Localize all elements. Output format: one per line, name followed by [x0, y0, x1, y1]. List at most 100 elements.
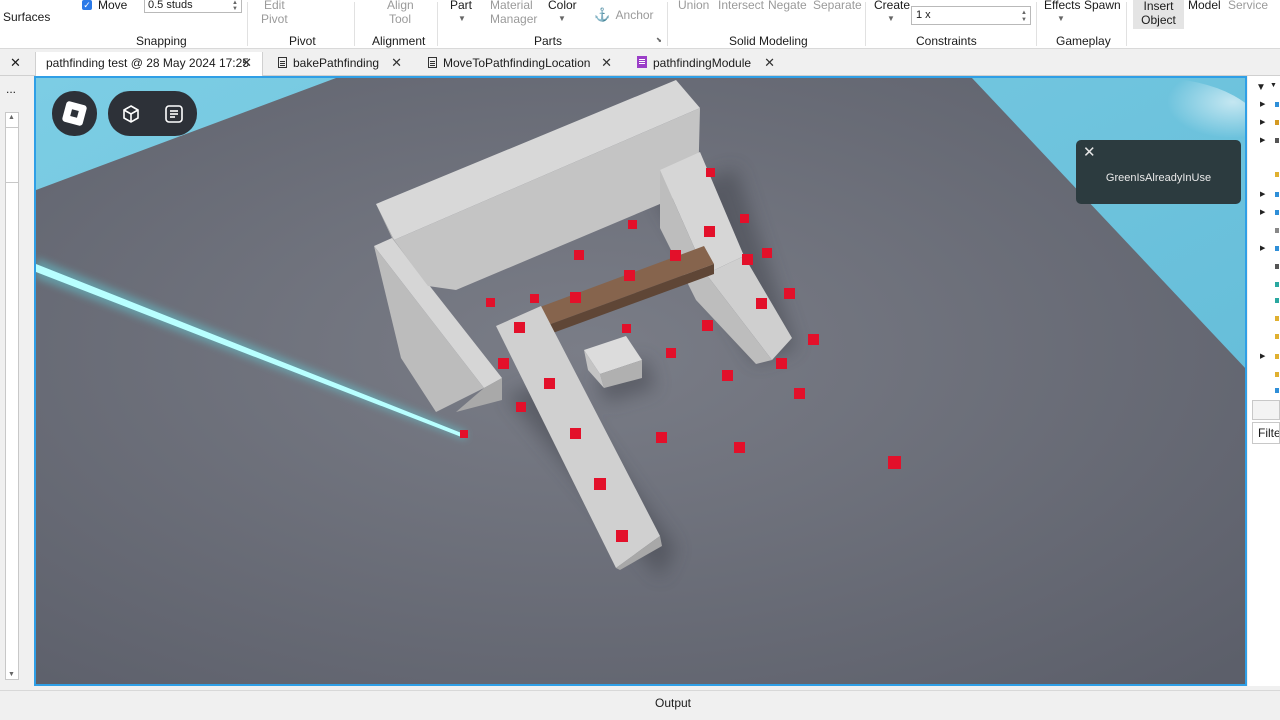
roblox-menu-button[interactable] [52, 91, 97, 136]
close-icon[interactable]: ✕ [391, 52, 402, 74]
material-manager-button[interactable]: Material [490, 0, 533, 12]
constraint-scale-input[interactable]: 1 x ▲ ▼ [911, 6, 1031, 25]
chevron-down-icon[interactable]: ▼ [558, 14, 566, 23]
document-tab-bar: ✕ pathfinding test @ 28 May 2024 17:25 ✕… [0, 50, 1280, 76]
close-icon[interactable]: ✕ [764, 52, 775, 74]
scroll-down-icon[interactable]: ▼ [8, 671, 15, 678]
tree-node-icon [1275, 354, 1279, 359]
scrollbar-thumb[interactable] [5, 127, 19, 183]
chevron-down-icon[interactable]: ▼ [1270, 82, 1277, 89]
tree-node-icon [1275, 388, 1279, 393]
ribbon-divider [1126, 2, 1127, 46]
tree-expand-icon[interactable]: ▶ [1260, 190, 1265, 198]
separate-button[interactable]: Separate [813, 0, 862, 12]
close-icon[interactable]: ✕ [601, 52, 612, 74]
output-panel-bar[interactable]: Output [0, 690, 1280, 720]
insert-object-button[interactable]: Insert Object [1133, 0, 1184, 29]
group-label-gameplay: Gameplay [1056, 34, 1111, 48]
ribbon-divider [865, 2, 866, 46]
vertical-scrollbar[interactable]: ▲ ▼ [5, 112, 19, 680]
ribbon-divider [247, 2, 248, 46]
tab-bake-pathfinding[interactable]: bakePathfinding ✕ [268, 52, 412, 76]
intersect-button[interactable]: Intersect [718, 0, 764, 12]
effects-button[interactable]: Effects [1044, 0, 1080, 12]
chat-log-icon[interactable] [163, 103, 185, 125]
insert-object-line1: Insert [1143, 0, 1174, 13]
viewport-tools-group [108, 91, 197, 136]
spawn-button[interactable]: Spawn [1084, 0, 1121, 12]
ribbon-divider [354, 2, 355, 46]
close-icon[interactable]: ✕ [1083, 143, 1096, 161]
group-label-solid-modeling: Solid Modeling [729, 34, 808, 48]
explorer-panel-collapsed: ▼ ▼ ▶ ▶ ▶ ▶ ▶ ▶ ▶ Filte [1248, 76, 1280, 686]
chevron-down-icon[interactable]: ▼ [458, 14, 466, 23]
chevron-down-icon[interactable]: ▼ [1057, 14, 1065, 23]
ribbon-divider [1036, 2, 1037, 46]
spin-up-icon[interactable]: ▲ [1021, 10, 1027, 16]
insert-object-line2: Object [1141, 13, 1176, 27]
tree-expand-icon[interactable]: ▶ [1260, 136, 1265, 144]
anchor-button[interactable]: ⚓ Anchor [594, 8, 654, 23]
ribbon-divider [667, 2, 668, 46]
snap-increment-input[interactable]: 0.5 studs ▲ ▼ [144, 0, 242, 13]
edit-pivot-line1: Edit [264, 0, 285, 12]
negate-button[interactable]: Negate [768, 0, 807, 12]
ribbon-toolbar: Surfaces ✓ Move 0.5 studs ▲ ▼ Snapping E… [0, 0, 1280, 49]
tree-expand-icon[interactable]: ▶ [1260, 352, 1265, 360]
tree-node-icon [1275, 120, 1279, 125]
ribbon-divider [437, 2, 438, 46]
properties-filter-input[interactable]: Filte [1252, 422, 1280, 444]
chevron-down-icon[interactable]: ▼ [887, 14, 895, 23]
group-label-pivot: Pivot [289, 34, 316, 48]
close-icon[interactable]: ✕ [241, 52, 252, 74]
edit-pivot-button[interactable]: Edit [264, 0, 285, 12]
tree-expand-icon[interactable]: ▶ [1260, 118, 1265, 126]
tab-pathfinding-test[interactable]: pathfinding test @ 28 May 2024 17:25 ✕ [35, 52, 263, 76]
tree-node-icon [1275, 138, 1279, 143]
tree-node-icon [1275, 172, 1279, 177]
constraint-scale-value: 1 x [916, 9, 931, 21]
tree-expand-icon[interactable]: ▶ [1260, 208, 1265, 216]
surfaces-button[interactable]: Surfaces [3, 10, 50, 24]
tree-node-icon [1275, 282, 1279, 287]
script-icon [428, 57, 437, 68]
service-button[interactable]: Service [1228, 0, 1268, 12]
group-label-alignment: Alignment [372, 34, 426, 48]
model-button[interactable]: Model [1188, 0, 1221, 12]
selection-cube-icon[interactable] [120, 103, 142, 125]
3d-viewport[interactable]: ✕ GreenIsAlreadyInUse [34, 76, 1247, 686]
tree-node-icon [1275, 316, 1279, 321]
tab-label: pathfindingModule [653, 56, 752, 70]
edit-pivot-line2: Pivot [261, 12, 288, 26]
color-button[interactable]: Color [548, 0, 577, 12]
tree-node-icon [1275, 246, 1279, 251]
tree-node-icon [1275, 264, 1279, 269]
scroll-up-icon[interactable]: ▲ [8, 114, 15, 121]
tree-node-icon [1275, 372, 1279, 377]
spin-down-icon[interactable]: ▼ [232, 6, 238, 12]
create-constraint-button[interactable]: Create [874, 0, 910, 12]
align-tool-button[interactable]: Align [387, 0, 414, 12]
notification-toast: ✕ GreenIsAlreadyInUse [1076, 140, 1241, 204]
tab-pathfinding-module[interactable]: pathfindingModule ✕ [627, 52, 785, 76]
tab-label: bakePathfinding [293, 56, 380, 70]
tree-node-icon [1275, 228, 1279, 233]
spin-down-icon[interactable]: ▼ [1021, 17, 1027, 23]
tab-move-to-pathfinding-location[interactable]: MoveToPathfindingLocation ✕ [418, 52, 622, 76]
tree-expand-icon[interactable]: ▶ [1260, 100, 1265, 108]
tree-node-icon [1275, 102, 1279, 107]
part-button[interactable]: Part [450, 0, 472, 12]
align-tool-line2: Tool [389, 12, 412, 26]
notification-message: GreenIsAlreadyInUse [1105, 172, 1212, 184]
more-options-icon[interactable]: ... [6, 82, 16, 96]
close-icon[interactable]: ✕ [10, 55, 21, 71]
expand-corner-icon[interactable]: ⬊ [656, 36, 662, 44]
tab-label: MoveToPathfindingLocation [443, 56, 591, 70]
move-checkbox[interactable]: ✓ [82, 0, 92, 10]
group-label-snapping: Snapping [136, 34, 187, 48]
properties-header [1252, 400, 1280, 420]
union-button[interactable]: Union [678, 0, 709, 12]
filter-icon[interactable]: ▼ [1256, 82, 1266, 93]
tree-expand-icon[interactable]: ▶ [1260, 244, 1265, 252]
roblox-logo-icon [61, 100, 88, 127]
